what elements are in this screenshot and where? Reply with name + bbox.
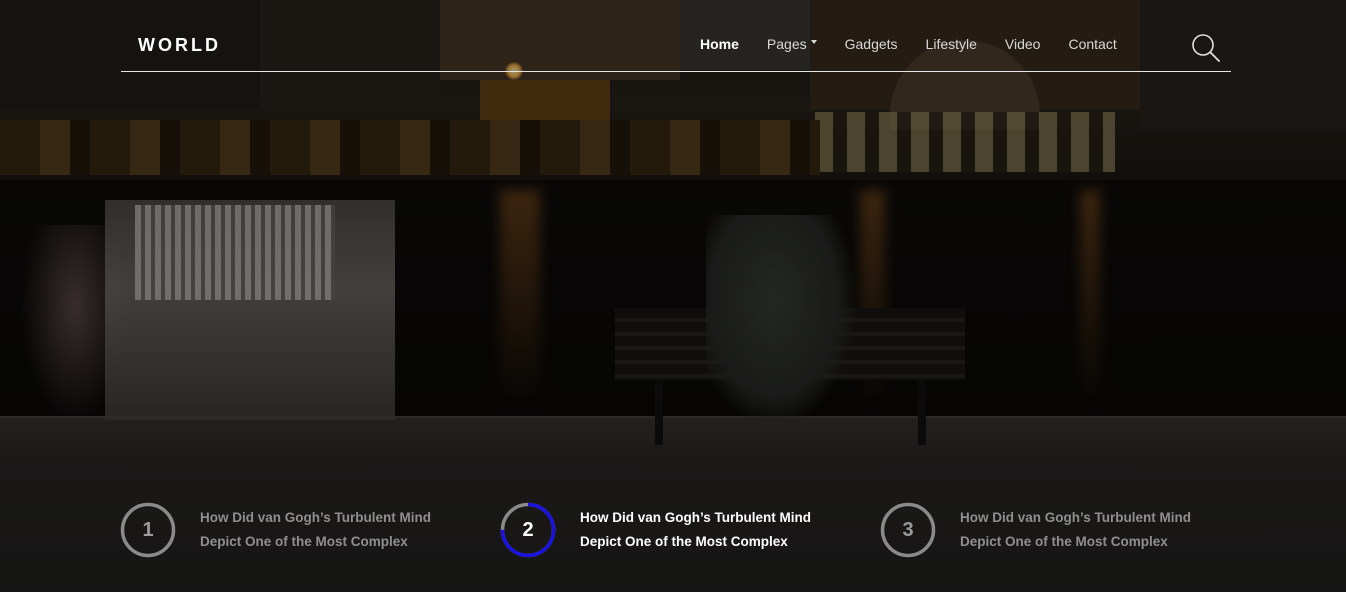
nav-label: Video (1004, 36, 1041, 52)
nav-label: Lifestyle (925, 36, 977, 52)
pager-number: 1 (142, 518, 154, 541)
nav-item-pages[interactable]: Pages (767, 36, 817, 52)
pager-title: How Did van Gogh’s Turbulent Mind Depict… (200, 506, 460, 554)
pager-title-line: How Did van Gogh’s Turbulent Mind (580, 510, 811, 525)
search-icon[interactable] (1190, 32, 1222, 64)
nav-item-gadgets[interactable]: Gadgets (845, 36, 898, 52)
pager-number-circle: 1 (120, 502, 176, 558)
pager-title-line: How Did van Gogh’s Turbulent Mind (200, 510, 431, 525)
header-divider (121, 71, 1231, 72)
nav-label: Contact (1068, 36, 1117, 52)
site-logo[interactable]: WORLD (138, 35, 221, 56)
pager-title-line: Depict One of the Most Complex (580, 534, 788, 549)
slider-pager-item-1[interactable]: 1 How Did van Gogh’s Turbulent Mind Depi… (120, 502, 460, 558)
nav-item-contact[interactable]: Contact (1068, 36, 1116, 52)
pager-number: 2 (522, 518, 534, 541)
nav-item-lifestyle[interactable]: Lifestyle (926, 36, 977, 52)
pager-title: How Did van Gogh’s Turbulent Mind Depict… (580, 506, 840, 554)
chevron-down-icon (810, 40, 817, 45)
nav-label: Gadgets (844, 36, 898, 52)
nav-label: Pages (766, 36, 807, 52)
pager-number-circle: 3 (880, 502, 936, 558)
nav-item-video[interactable]: Video (1005, 36, 1041, 52)
pager-title: How Did van Gogh’s Turbulent Mind Depict… (960, 506, 1220, 554)
pager-number: 3 (902, 518, 914, 541)
slider-pager-item-2[interactable]: 2 How Did van Gogh’s Turbulent Mind Depi… (500, 502, 840, 558)
pager-number-circle: 2 (500, 502, 556, 558)
pager-title-line: How Did van Gogh’s Turbulent Mind (960, 510, 1191, 525)
pager-title-line: Depict One of the Most Complex (960, 534, 1168, 549)
pager-title-line: Depict One of the Most Complex (200, 534, 408, 549)
slider-pager-item-3[interactable]: 3 How Did van Gogh’s Turbulent Mind Depi… (880, 502, 1220, 558)
main-nav: Home Pages Gadgets Lifestyle Video Conta… (700, 36, 1145, 52)
nav-label: Home (700, 36, 739, 52)
nav-item-home[interactable]: Home (700, 36, 739, 52)
